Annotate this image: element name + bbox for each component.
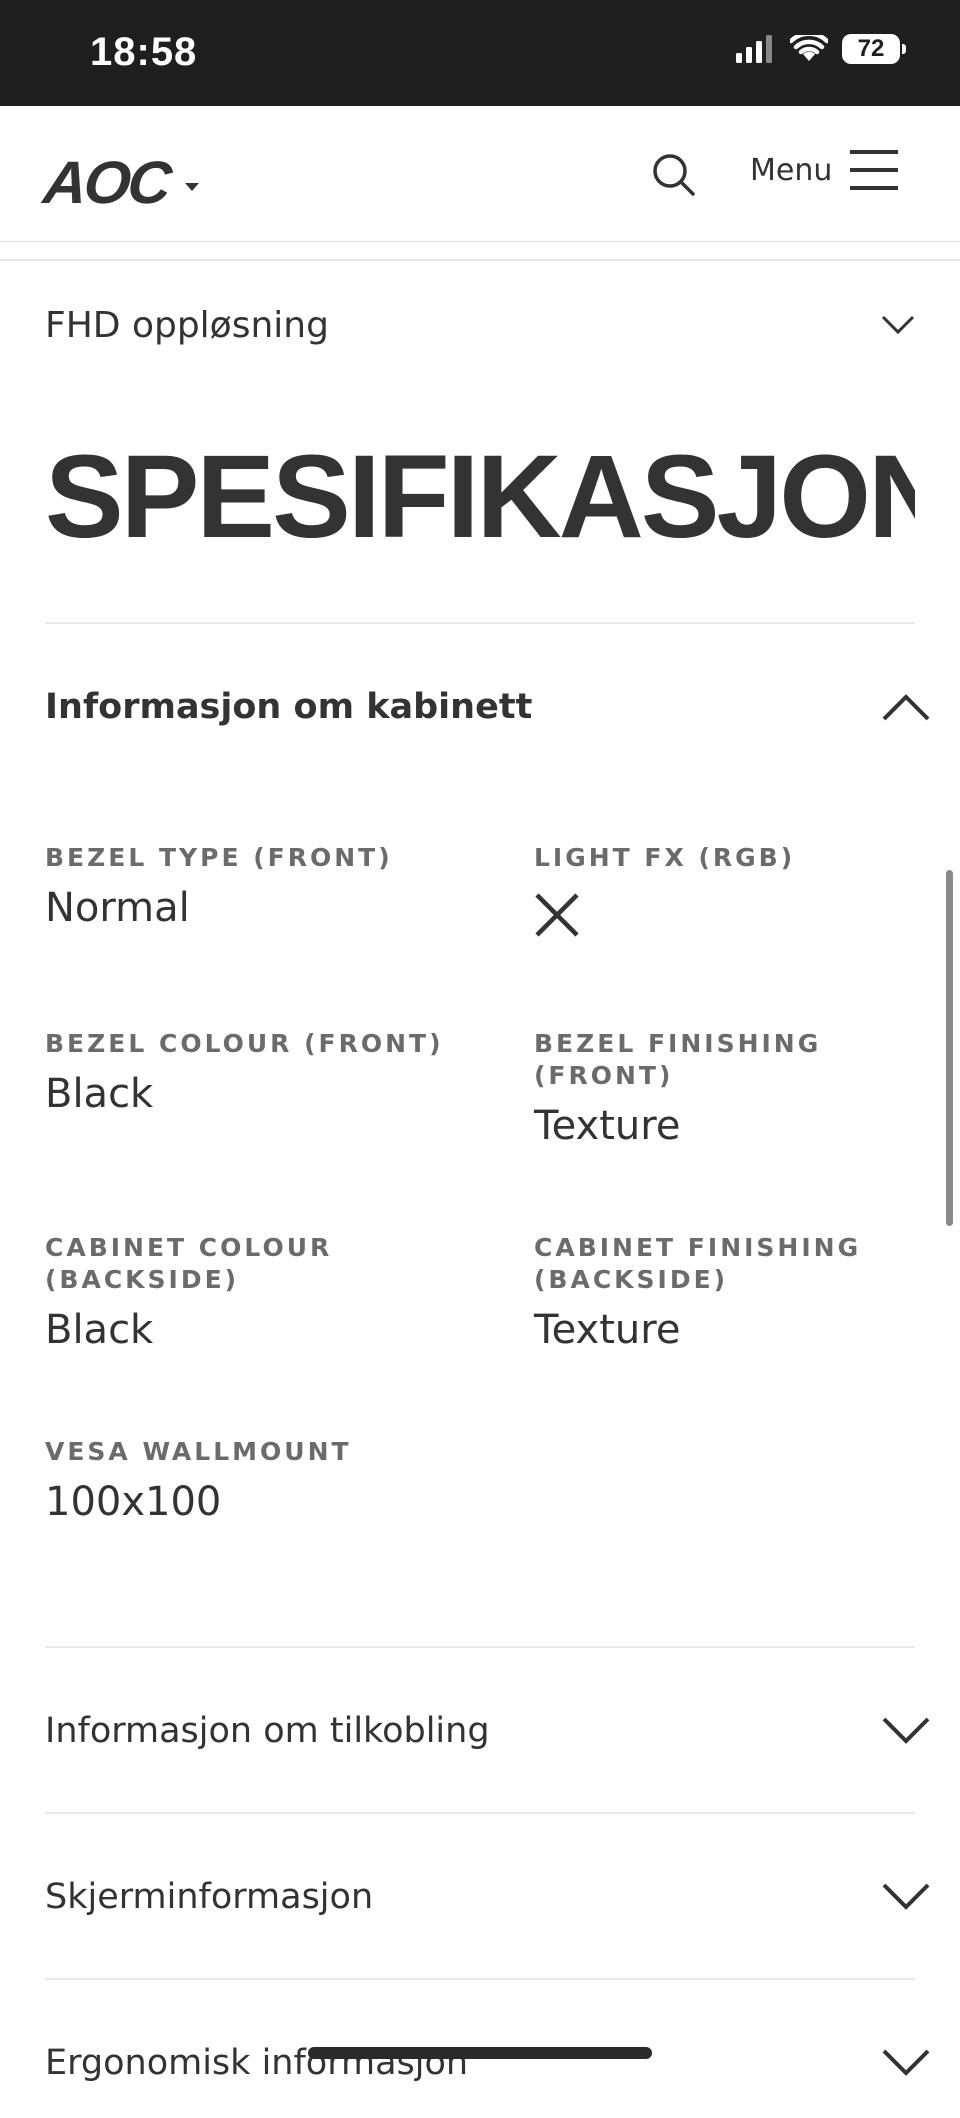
caret-down-icon bbox=[185, 182, 200, 191]
cabinet-accordion[interactable]: Informasjon om kabinett bbox=[45, 652, 930, 762]
battery-level: 72 bbox=[857, 35, 885, 62]
spec-item: VESA WALLMOUNT 100x100 bbox=[45, 1436, 445, 1526]
spec-label: BEZEL COLOUR (FRONT) bbox=[45, 1029, 444, 1058]
spec-value: Texture bbox=[534, 1307, 681, 1353]
chevron-down-icon bbox=[882, 1883, 930, 1910]
chevron-down-icon bbox=[881, 315, 915, 335]
page-title: SPESIFIKASJONER bbox=[45, 432, 915, 562]
spec-value: Black bbox=[45, 1307, 154, 1353]
status-icons: 72 bbox=[736, 34, 906, 64]
spec-value: Normal bbox=[45, 885, 190, 931]
header-shadow-divider bbox=[0, 259, 960, 261]
section-title: Skjerminformasjon bbox=[45, 1877, 374, 1917]
ergonomic-info-accordion[interactable]: Ergonomisk informasjon bbox=[45, 2008, 930, 2118]
spec-value: Black bbox=[45, 1071, 154, 1117]
aoc-logo[interactable]: AOC bbox=[40, 148, 200, 217]
spec-item: LIGHT FX (RGB) bbox=[534, 842, 934, 942]
search-button[interactable] bbox=[650, 151, 700, 201]
section-title: Informasjon om tilkobling bbox=[45, 1711, 490, 1751]
site-header: AOC Menu bbox=[0, 106, 960, 242]
logo-text: AOC bbox=[40, 149, 172, 216]
spec-value-icon bbox=[534, 892, 934, 942]
divider bbox=[45, 1978, 915, 1980]
spec-value: 100x100 bbox=[45, 1479, 222, 1525]
display-info-accordion[interactable]: Skjerminformasjon bbox=[45, 1842, 930, 1952]
connectivity-accordion[interactable]: Informasjon om tilkobling bbox=[45, 1676, 930, 1786]
hamburger-icon bbox=[850, 150, 899, 190]
spec-item: BEZEL TYPE (FRONT) Normal bbox=[45, 842, 445, 932]
spec-label: LIGHT FX (RGB) bbox=[534, 843, 796, 872]
menu-button[interactable]: Menu bbox=[750, 148, 899, 192]
spec-item: CABINET FINISHING (BACKSIDE) Texture bbox=[534, 1232, 864, 1354]
divider bbox=[45, 622, 915, 624]
cellular-signal-icon bbox=[736, 35, 772, 63]
spec-label: BEZEL TYPE (FRONT) bbox=[45, 843, 393, 872]
status-time: 18:58 bbox=[90, 30, 198, 74]
battery-indicator: 72 bbox=[842, 34, 906, 64]
spec-label: CABINET COLOUR (BACKSIDE) bbox=[45, 1233, 333, 1294]
home-indicator[interactable] bbox=[308, 2047, 652, 2059]
menu-label: Menu bbox=[750, 152, 833, 188]
spec-item: BEZEL FINISHING (FRONT) Texture bbox=[534, 1028, 864, 1150]
chevron-down-icon bbox=[882, 1717, 930, 1744]
section-title: Informasjon om kabinett bbox=[45, 687, 533, 727]
spec-label: VESA WALLMOUNT bbox=[45, 1437, 352, 1466]
chevron-up-icon bbox=[882, 694, 930, 721]
spec-item: BEZEL COLOUR (FRONT) Black bbox=[45, 1028, 445, 1118]
search-icon bbox=[653, 154, 695, 196]
chevron-down-icon bbox=[882, 2049, 930, 2076]
spec-item: CABINET COLOUR (BACKSIDE) Black bbox=[45, 1232, 375, 1354]
spec-label: CABINET FINISHING (BACKSIDE) bbox=[534, 1233, 862, 1294]
status-bar: 18:58 72 bbox=[0, 0, 960, 106]
x-icon bbox=[535, 893, 579, 937]
fhd-label: FHD oppløsning bbox=[45, 304, 329, 346]
spec-label: BEZEL FINISHING (FRONT) bbox=[534, 1029, 822, 1090]
spec-value: Texture bbox=[534, 1103, 681, 1149]
divider bbox=[45, 1812, 915, 1814]
divider bbox=[45, 1646, 915, 1648]
scrollbar[interactable] bbox=[946, 870, 953, 1226]
fhd-accordion[interactable]: FHD oppløsning bbox=[45, 270, 915, 380]
wifi-icon bbox=[790, 35, 828, 61]
